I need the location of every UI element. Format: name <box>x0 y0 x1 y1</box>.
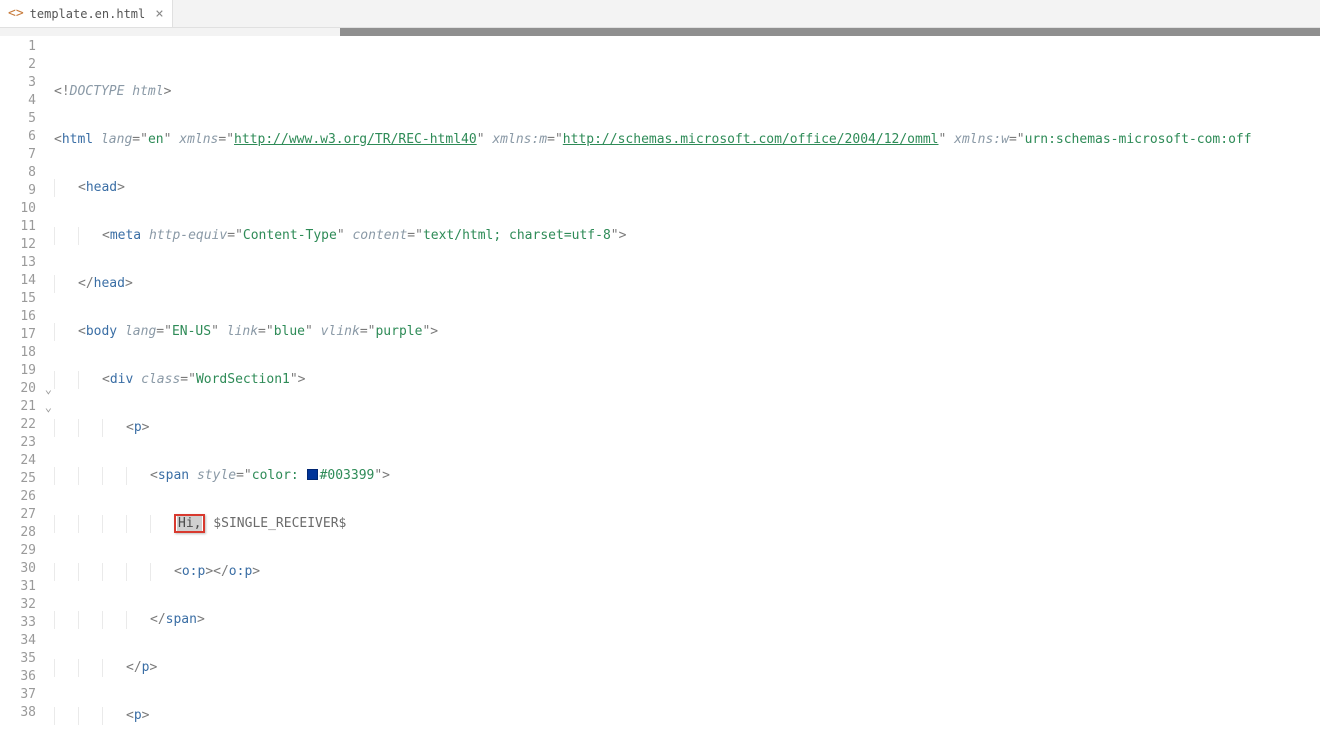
line-number: 4 <box>0 92 54 110</box>
line-number: 30 <box>0 560 54 578</box>
line-number: 2 <box>0 56 54 74</box>
line-number: 20 <box>0 380 54 398</box>
line-number: 19 <box>0 362 54 380</box>
line-number: 12 <box>0 236 54 254</box>
tab-filename: template.en.html <box>30 7 146 21</box>
line-number: 3 <box>0 74 54 92</box>
code-line[interactable]: <p> <box>54 707 1320 725</box>
line-number: 6 <box>0 128 54 146</box>
line-number: 33 <box>0 614 54 632</box>
code-line[interactable]: </head> <box>54 275 1320 293</box>
line-number: 31 <box>0 578 54 596</box>
line-number: 9 <box>0 182 54 200</box>
line-number: 23 <box>0 434 54 452</box>
close-icon[interactable]: × <box>151 6 163 22</box>
code-line[interactable]: Hi, $SINGLE_RECEIVER$ <box>54 515 1320 533</box>
code-line[interactable]: <!DOCTYPE html> <box>54 83 1320 101</box>
minimap-scrollbar[interactable] <box>340 28 1320 36</box>
line-number: 32 <box>0 596 54 614</box>
code-line[interactable]: <o:p></o:p> <box>54 563 1320 581</box>
code-editor[interactable]: 1234567891011121314151617181920212223242… <box>0 36 1320 736</box>
line-number: 36 <box>0 668 54 686</box>
line-number: 1 <box>0 38 54 56</box>
line-number: 29 <box>0 542 54 560</box>
line-number: 35 <box>0 650 54 668</box>
line-number: 34 <box>0 632 54 650</box>
line-number: 17 <box>0 326 54 344</box>
code-line[interactable]: </span> <box>54 611 1320 629</box>
line-number: 38 <box>0 704 54 722</box>
code-line[interactable]: <body lang="EN-US" link="blue" vlink="pu… <box>54 323 1320 341</box>
line-number: 7 <box>0 146 54 164</box>
line-number: 18 <box>0 344 54 362</box>
line-number: 8 <box>0 164 54 182</box>
line-number: 11 <box>0 218 54 236</box>
html-file-icon: <> <box>8 6 24 21</box>
line-number: 37 <box>0 686 54 704</box>
line-number: 16 <box>0 308 54 326</box>
code-line[interactable]: <div class="WordSection1"> <box>54 371 1320 389</box>
color-swatch <box>307 469 318 480</box>
line-number: 13 <box>0 254 54 272</box>
editor-tab[interactable]: <> template.en.html × <box>0 0 173 27</box>
line-number: 26 <box>0 488 54 506</box>
tab-bar: <> template.en.html × <box>0 0 1320 28</box>
highlighted-text: Hi, <box>174 514 205 533</box>
line-number: 27 <box>0 506 54 524</box>
line-number: 25 <box>0 470 54 488</box>
line-number: 15 <box>0 290 54 308</box>
code-line[interactable]: <head> <box>54 179 1320 197</box>
code-line[interactable]: <span style="color: #003399"> <box>54 467 1320 485</box>
line-number: 5 <box>0 110 54 128</box>
line-number: 24 <box>0 452 54 470</box>
line-number: 14 <box>0 272 54 290</box>
line-number: 22 <box>0 416 54 434</box>
code-line[interactable]: <html lang="en" xmlns="http://www.w3.org… <box>54 131 1320 149</box>
line-number: 28 <box>0 524 54 542</box>
code-area[interactable]: <!DOCTYPE html> <html lang="en" xmlns="h… <box>54 36 1320 736</box>
code-line[interactable]: <meta http-equiv="Content-Type" content=… <box>54 227 1320 245</box>
code-line[interactable]: <p> <box>54 419 1320 437</box>
code-line[interactable]: </p> <box>54 659 1320 677</box>
line-number: 21 <box>0 398 54 416</box>
line-number: 10 <box>0 200 54 218</box>
line-number-gutter: 1234567891011121314151617181920212223242… <box>0 36 54 736</box>
